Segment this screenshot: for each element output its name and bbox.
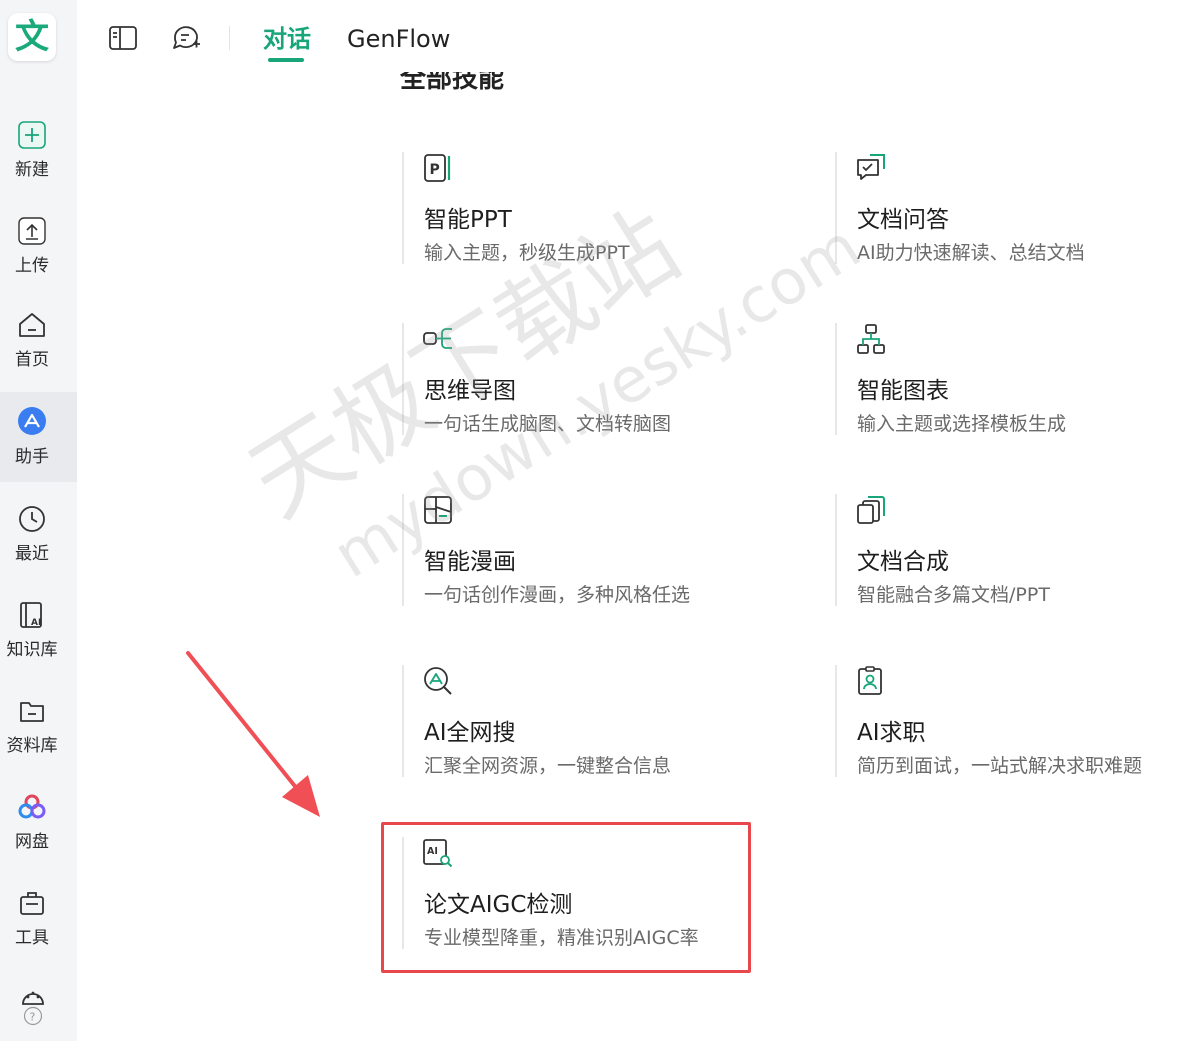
- mindmap-icon: [422, 323, 454, 355]
- sidebar-item-recent[interactable]: 最近: [0, 494, 77, 574]
- skill-card-doc-qa[interactable]: 文档问答 AI助力快速解读、总结文档: [835, 152, 1167, 264]
- card-title: 智能图表: [857, 378, 949, 404]
- skill-card-ppt[interactable]: P 智能PPT 输入主题，秒级生成PPT: [402, 152, 734, 264]
- new-chat-icon[interactable]: [170, 22, 202, 54]
- tab-genflow[interactable]: GenFlow: [347, 22, 450, 56]
- ai-search-icon: [422, 665, 454, 697]
- card-title: AI全网搜: [424, 720, 516, 746]
- active-tab-indicator: [268, 58, 304, 62]
- ppt-icon: P: [422, 152, 454, 184]
- cloud-drive-icon: [17, 792, 47, 822]
- skill-card-doc-merge[interactable]: 文档合成 智能融合多篇文档/PPT: [835, 494, 1167, 606]
- card-title: 智能漫画: [424, 549, 516, 575]
- sidebar-item-label: 新建: [15, 160, 49, 180]
- sidebar-item-label: 上传: [15, 256, 49, 276]
- org-chart-icon: [855, 323, 887, 355]
- skill-card-ai-search[interactable]: AI全网搜 汇聚全网资源，一键整合信息: [402, 665, 734, 777]
- folder-icon: [17, 696, 47, 726]
- sidebar-item-label: 网盘: [15, 832, 49, 852]
- card-desc: 输入主题，秒级生成PPT: [424, 242, 630, 264]
- job-icon: [855, 665, 887, 697]
- knowledge-base-icon: AI: [17, 600, 47, 630]
- sidebar: 文 新建 上传 首页 助手 最近 AI 知识库 资料库 网盘 工具 ?: [0, 0, 77, 1041]
- assistant-icon: [17, 406, 47, 436]
- skill-card-comic[interactable]: 智能漫画 一句话创作漫画，多种风格任选: [402, 494, 734, 606]
- upload-icon: [17, 216, 47, 246]
- svg-text:?: ?: [30, 1011, 36, 1024]
- highlight-box: [381, 822, 751, 973]
- doc-merge-icon: [855, 494, 887, 526]
- skill-card-mindmap[interactable]: 思维导图 一句话生成脑图、文档转脑图: [402, 323, 734, 435]
- tab-chat[interactable]: 对话: [263, 22, 311, 56]
- card-title: 智能PPT: [424, 207, 512, 233]
- section-title-container: 全部技能: [400, 72, 540, 90]
- sidebar-item-label: 最近: [15, 544, 49, 564]
- skill-card-smart-chart[interactable]: 智能图表 输入主题或选择模板生成: [835, 323, 1167, 435]
- card-desc: 简历到面试，一站式解决求职难题: [857, 755, 1143, 777]
- card-title: 文档合成: [857, 549, 949, 575]
- svg-text:AI: AI: [31, 618, 41, 628]
- card-desc: 输入主题或选择模板生成: [857, 413, 1067, 435]
- card-desc: AI助力快速解读、总结文档: [857, 242, 1085, 264]
- sidebar-item-knowledge-base[interactable]: AI 知识库: [0, 590, 77, 670]
- help-icon[interactable]: ?: [23, 1006, 43, 1026]
- sidebar-item-label: 助手: [15, 447, 49, 467]
- sidebar-item-label: 知识库: [6, 640, 58, 660]
- divider: [229, 26, 230, 50]
- doc-qa-icon: [855, 152, 887, 184]
- home-icon: [17, 310, 47, 340]
- sidebar-item-label: 首页: [15, 350, 49, 370]
- sidebar-item-tools[interactable]: 工具: [0, 878, 77, 958]
- pointer-arrow-icon: [186, 651, 320, 817]
- svg-text:P: P: [430, 162, 440, 178]
- sidebar-toggle-icon[interactable]: [107, 22, 139, 54]
- card-desc: 一句话创作漫画，多种风格任选: [424, 584, 691, 606]
- section-title: 全部技能: [400, 72, 505, 90]
- card-desc: 汇聚全网资源，一键整合信息: [424, 755, 672, 777]
- card-title: AI求职: [857, 720, 926, 746]
- sidebar-item-assistant[interactable]: 助手: [0, 392, 77, 482]
- sidebar-item-new[interactable]: 新建: [0, 110, 77, 190]
- sidebar-item-cloud-drive[interactable]: 网盘: [0, 782, 77, 862]
- card-title: 文档问答: [857, 207, 949, 233]
- card-desc: 一句话生成脑图、文档转脑图: [424, 413, 672, 435]
- clock-icon: [17, 504, 47, 534]
- skill-card-ai-job[interactable]: AI求职 简历到面试，一站式解决求职难题: [835, 665, 1167, 777]
- sidebar-item-home[interactable]: 首页: [0, 300, 77, 380]
- card-desc: 智能融合多篇文档/PPT: [857, 584, 1050, 606]
- comic-icon: [422, 494, 454, 526]
- sidebar-item-library[interactable]: 资料库: [0, 686, 77, 766]
- sidebar-item-label: 工具: [15, 928, 49, 948]
- sidebar-item-upload[interactable]: 上传: [0, 206, 77, 286]
- plus-icon: [17, 120, 47, 150]
- toolbox-icon: [17, 888, 47, 918]
- top-bar: [77, 0, 1184, 78]
- sidebar-item-label: 资料库: [6, 736, 58, 756]
- card-title: 思维导图: [424, 378, 516, 404]
- app-logo[interactable]: 文: [8, 13, 56, 61]
